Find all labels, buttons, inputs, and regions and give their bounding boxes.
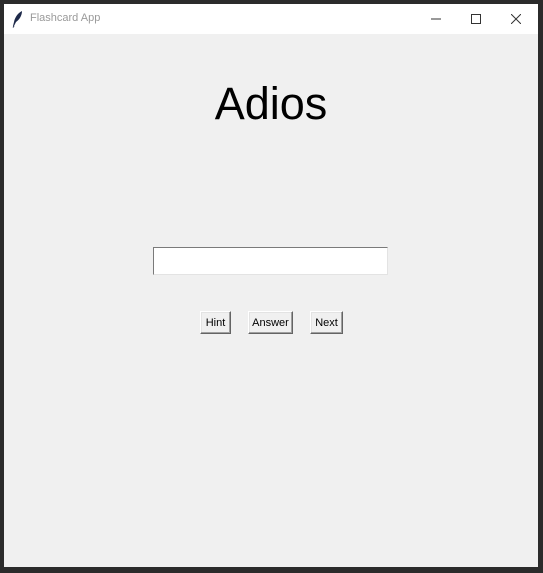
next-button[interactable]: Next xyxy=(310,311,343,334)
window-title: Flashcard App xyxy=(30,12,101,24)
app-window: Flashcard App Adios Hint Answer Next xyxy=(4,4,538,567)
minimize-button[interactable] xyxy=(416,4,456,34)
maximize-button[interactable] xyxy=(456,4,496,34)
close-icon xyxy=(511,14,521,24)
title-bar[interactable]: Flashcard App xyxy=(4,4,538,34)
answer-button[interactable]: Answer xyxy=(248,311,293,334)
hint-button[interactable]: Hint xyxy=(200,311,231,334)
maximize-icon xyxy=(471,14,481,24)
close-button[interactable] xyxy=(496,4,536,34)
feather-icon xyxy=(12,11,22,28)
answer-input[interactable] xyxy=(153,247,388,275)
minimize-icon xyxy=(431,18,441,20)
flashcard-word: Adios xyxy=(214,78,328,129)
